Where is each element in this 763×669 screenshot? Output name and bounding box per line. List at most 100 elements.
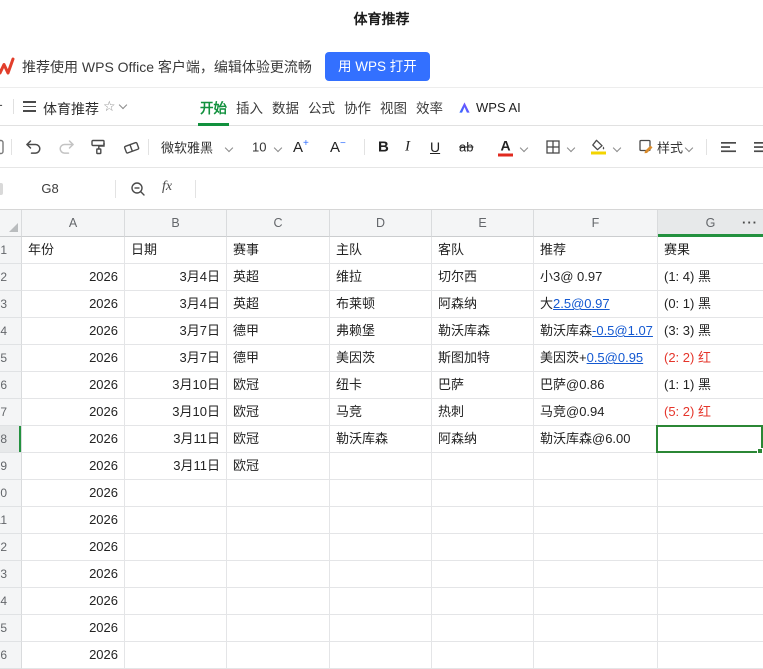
cell-home[interactable]: 马竞 xyxy=(330,399,432,426)
cell-away[interactable]: 巴萨 xyxy=(432,372,534,399)
borders-chevron-icon[interactable] xyxy=(566,138,576,156)
cell-year[interactable]: 2026 xyxy=(22,588,125,615)
cell-league[interactable]: 德甲 xyxy=(227,345,330,372)
cell-year[interactable]: 2026 xyxy=(22,264,125,291)
cell-league[interactable]: 英超 xyxy=(227,264,330,291)
cell-league-label[interactable]: 赛事 xyxy=(227,237,330,264)
cell-away[interactable]: 切尔西 xyxy=(432,264,534,291)
cell-tip-label[interactable]: 推荐 xyxy=(534,237,658,264)
cell-date[interactable]: 3月11日 xyxy=(125,453,227,480)
cell-away[interactable]: 斯图加特 xyxy=(432,345,534,372)
cell-year[interactable]: 2026 xyxy=(22,399,125,426)
align-center-button[interactable] xyxy=(754,141,763,153)
increase-font-button[interactable]: A+ xyxy=(293,138,309,156)
tab-data[interactable]: 数据 xyxy=(270,88,301,126)
cell-tip[interactable]: 勒沃库森@6.00 xyxy=(534,426,658,453)
formula-input[interactable] xyxy=(205,168,763,210)
select-all-corner[interactable] xyxy=(0,210,22,237)
cell-date[interactable] xyxy=(125,561,227,588)
cell-year[interactable]: 2026 xyxy=(22,426,125,453)
cell-date[interactable]: 3月4日 xyxy=(125,291,227,318)
cell-date[interactable]: 3月11日 xyxy=(125,426,227,453)
row-header[interactable]: 12 xyxy=(0,534,22,561)
row-header[interactable]: 5 xyxy=(0,345,22,372)
cell-league[interactable]: 欧冠 xyxy=(227,399,330,426)
cell-year[interactable]: 2026 xyxy=(22,480,125,507)
cell-away[interactable] xyxy=(432,615,534,642)
cell-result[interactable] xyxy=(658,588,763,615)
cell-tip[interactable]: 大2.5@0.97 xyxy=(534,291,658,318)
cell-style-label[interactable]: 样式 xyxy=(657,137,683,156)
cell-away[interactable] xyxy=(432,453,534,480)
fill-handle[interactable] xyxy=(757,448,763,454)
tab-wps-ai[interactable]: WPS AI xyxy=(456,88,523,126)
cell-away[interactable] xyxy=(432,561,534,588)
zoom-out-formula-icon[interactable] xyxy=(130,181,146,197)
cell-date[interactable] xyxy=(125,588,227,615)
tab-formula[interactable]: 公式 xyxy=(306,88,337,126)
cell-tip[interactable]: 小3@ 0.97 xyxy=(534,264,658,291)
row-header[interactable]: 11 xyxy=(0,507,22,534)
cell-year[interactable]: 2026 xyxy=(22,291,125,318)
cell-date[interactable]: 3月4日 xyxy=(125,264,227,291)
tab-view[interactable]: 视图 xyxy=(378,88,409,126)
row-header[interactable]: 3 xyxy=(0,291,22,318)
cell-away[interactable] xyxy=(432,642,534,669)
strikethrough-button[interactable]: ab xyxy=(459,139,473,154)
cell-home[interactable] xyxy=(330,642,432,669)
cell-style-icon[interactable] xyxy=(639,139,654,154)
row-header[interactable]: 16 xyxy=(0,642,22,669)
cell-name-box[interactable]: G8 xyxy=(0,168,100,210)
row-header[interactable]: 8 xyxy=(0,426,22,453)
align-left-button[interactable] xyxy=(721,141,736,153)
cell-year[interactable]: 2026 xyxy=(22,642,125,669)
cell-date[interactable]: 3月7日 xyxy=(125,345,227,372)
cell-year[interactable]: 2026 xyxy=(22,561,125,588)
cell-home[interactable]: 美因茨 xyxy=(330,345,432,372)
cell-date[interactable] xyxy=(125,615,227,642)
font-size-chevron-icon[interactable] xyxy=(273,138,283,156)
cell-result[interactable] xyxy=(658,615,763,642)
cell-year[interactable]: 2026 xyxy=(22,453,125,480)
row-header[interactable]: 6 xyxy=(0,372,22,399)
cell-result[interactable]: (1: 4) 黑 xyxy=(658,264,763,291)
cell-home[interactable] xyxy=(330,615,432,642)
cell-result[interactable] xyxy=(658,507,763,534)
cell-year[interactable]: 2026 xyxy=(22,318,125,345)
bold-button[interactable]: B xyxy=(378,138,389,155)
cell-style-chevron-icon[interactable] xyxy=(684,138,694,156)
column-header-d[interactable]: D xyxy=(330,210,432,237)
row-header[interactable]: 1 xyxy=(0,237,22,264)
cell-date[interactable]: 3月10日 xyxy=(125,399,227,426)
cell-date[interactable] xyxy=(125,642,227,669)
cell-result[interactable]: (0: 1) 黑 xyxy=(658,291,763,318)
column-header-b[interactable]: B xyxy=(125,210,227,237)
column-header-g[interactable]: G ··· xyxy=(658,210,763,237)
tip-link[interactable]: 0.5@0.95 xyxy=(587,350,644,365)
cell-result[interactable]: (1: 1) 黑 xyxy=(658,372,763,399)
italic-button[interactable]: I xyxy=(405,138,410,155)
more-columns-button[interactable]: ··· xyxy=(742,210,758,236)
eraser-button[interactable] xyxy=(123,139,140,154)
fill-color-button[interactable] xyxy=(591,139,606,154)
cell-year[interactable]: 2026 xyxy=(22,507,125,534)
cell-league[interactable] xyxy=(227,534,330,561)
main-menu-icon[interactable] xyxy=(23,101,36,115)
tab-insert[interactable]: 插入 xyxy=(234,88,265,126)
column-header-a[interactable]: A xyxy=(22,210,125,237)
tab-home[interactable]: 开始 xyxy=(198,88,229,126)
cell-year-label[interactable]: 年份 xyxy=(22,237,125,264)
cell-league[interactable]: 欧冠 xyxy=(227,372,330,399)
clipped-toolbar-icon[interactable] xyxy=(0,139,4,154)
cell-league[interactable] xyxy=(227,507,330,534)
cell-away[interactable] xyxy=(432,588,534,615)
cell-home[interactable] xyxy=(330,588,432,615)
cell-tip[interactable]: 美因茨+0.5@0.95 xyxy=(534,345,658,372)
cell-result[interactable]: (5: 2) 红 xyxy=(658,399,763,426)
insert-function-icon[interactable]: fx xyxy=(162,179,172,195)
cell-tip[interactable] xyxy=(534,615,658,642)
row-header[interactable]: 4 xyxy=(0,318,22,345)
cell-result[interactable] xyxy=(658,561,763,588)
cell-home[interactable]: 纽卡 xyxy=(330,372,432,399)
font-size-select[interactable]: 10 xyxy=(252,139,266,154)
